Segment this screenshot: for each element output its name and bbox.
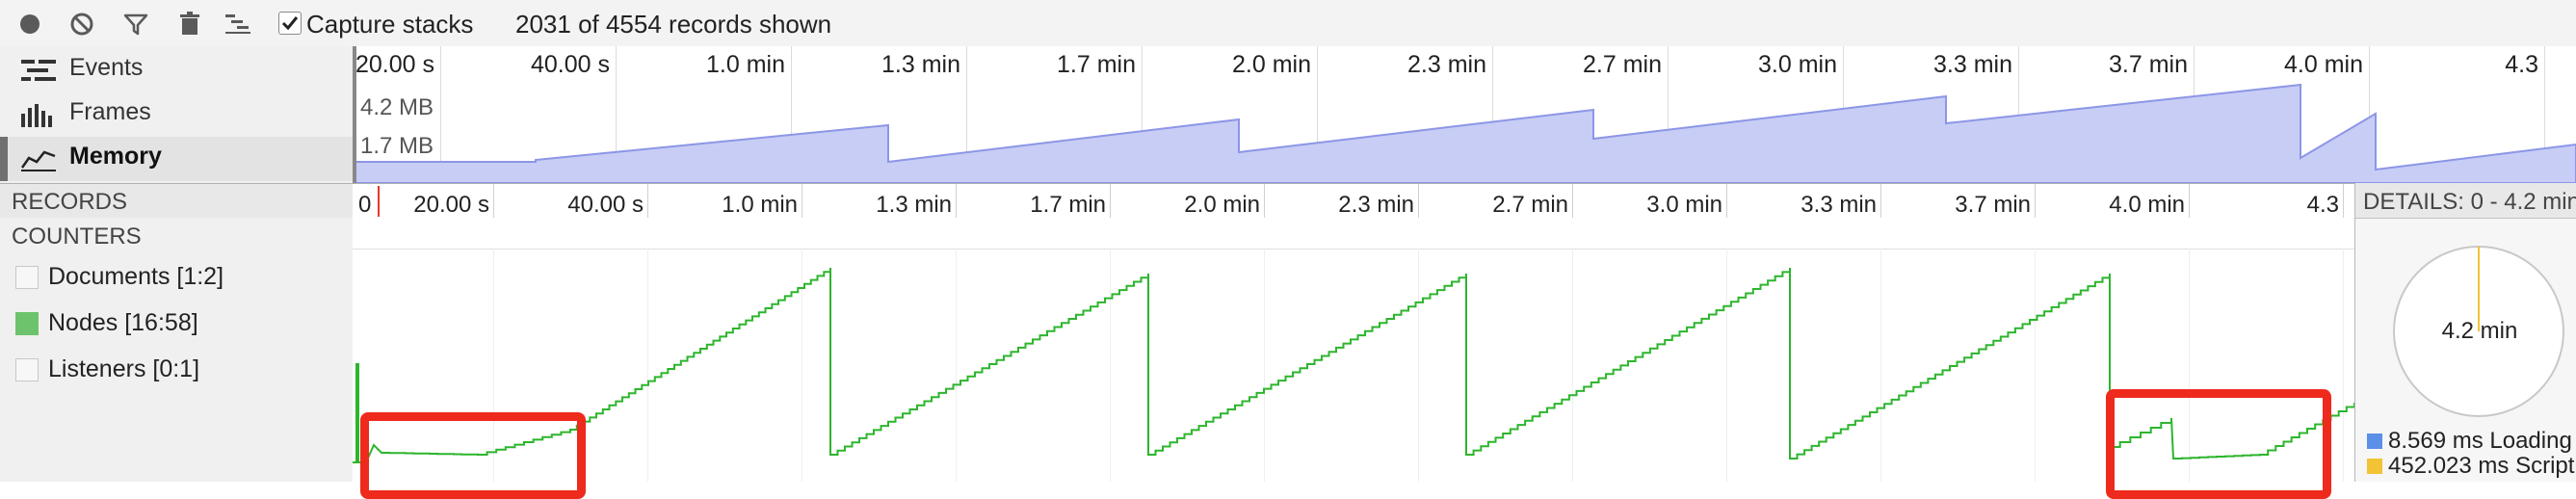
legend-label: 8.569 ms Loading xyxy=(2388,428,2572,454)
details-title: DETAILS: 0 - 4.2 min xyxy=(2363,189,2576,215)
memory-icon xyxy=(21,150,56,171)
nav-item-label: Frames xyxy=(69,98,151,125)
ruler-tick-label: 2.0 min xyxy=(1184,192,1260,218)
pie-center-label: 4.2 min xyxy=(2441,318,2518,344)
trash-icon[interactable] xyxy=(175,10,204,39)
counter-nodes[interactable]: Nodes [16:58] xyxy=(0,304,353,343)
counter-label: Listeners [0:1] xyxy=(48,355,200,382)
nodes-counter-line xyxy=(353,268,2354,463)
overview-left-handle[interactable] xyxy=(353,46,356,183)
ruler-gridline xyxy=(956,184,957,219)
ruler-zero-label: 0 xyxy=(358,192,372,218)
details-pane: DETAILS: 0 - 4.2 min 4.2 min 8.569 ms Lo… xyxy=(2354,183,2576,482)
nav-item-frames[interactable]: Frames xyxy=(0,92,353,137)
ruler-tick-label: 1.3 min xyxy=(876,192,952,218)
flame-chart-icon[interactable] xyxy=(223,10,252,39)
ruler-tick-label: 3.0 min xyxy=(1646,192,1722,218)
counter-documents-checkbox[interactable] xyxy=(15,266,39,289)
ruler-gridline xyxy=(2189,184,2190,219)
counters-pane: COUNTERS Documents [1:2] Nodes [16:58] L… xyxy=(0,218,354,482)
frames-icon xyxy=(21,104,52,127)
memory-min-label: 1.7 MB xyxy=(360,133,434,159)
legend-swatch xyxy=(2367,459,2382,474)
records-shown-count: 2031 of 4554 records shown xyxy=(515,10,832,39)
ruler-tick-label: 3.7 min xyxy=(1955,192,2031,218)
counter-listeners[interactable]: Listeners [0:1] xyxy=(0,351,353,389)
ruler-gridline xyxy=(1880,184,1881,219)
counter-graph-area[interactable] xyxy=(353,218,2354,499)
memory-max-label: 4.2 MB xyxy=(360,94,434,120)
legend-swatch xyxy=(2367,433,2382,449)
filter-icon[interactable] xyxy=(121,10,150,39)
nodes-counter-graph xyxy=(353,268,2354,463)
details-header: DETAILS: 0 - 4.2 min xyxy=(2355,183,2576,219)
ruler-tick-label: 2.3 min xyxy=(1338,192,1414,218)
ruler-tick-label: 40.00 s xyxy=(567,192,644,218)
ruler-tick-label: 4.0 min xyxy=(2109,192,2185,218)
ruler-gridline xyxy=(1418,184,1419,219)
record-icon[interactable] xyxy=(15,10,44,39)
ruler-gridline xyxy=(647,184,648,219)
clear-icon[interactable] xyxy=(67,10,96,39)
checkmark-icon xyxy=(281,16,299,31)
ruler-gridline xyxy=(1726,184,1727,219)
memory-area xyxy=(353,83,2576,183)
capture-stacks-label[interactable]: Capture stacks xyxy=(306,10,473,39)
counter-label: Documents [1:2] xyxy=(48,263,224,290)
nav-item-label: Memory xyxy=(69,143,162,170)
time-cursor[interactable] xyxy=(378,186,380,217)
highlight-box-left xyxy=(360,412,586,499)
memory-overview-graph xyxy=(353,83,2576,183)
records-title: RECORDS xyxy=(12,189,128,215)
ruler-gridline xyxy=(1110,184,1111,219)
nav-item-memory[interactable]: Memory xyxy=(0,137,353,181)
overview-timeline[interactable]: 20.00 s 40.00 s 1.0 min 1.3 min 1.7 min 2.0 m… xyxy=(353,46,2576,183)
toolbar: Capture stacks 2031 of 4554 records show… xyxy=(0,0,2576,47)
ruler-gridline xyxy=(493,184,494,219)
events-icon xyxy=(21,60,56,81)
ruler-gridline xyxy=(1264,184,1265,219)
records-header: RECORDS xyxy=(0,183,354,220)
highlight-box-right xyxy=(2106,389,2331,499)
nav-item-label: Events xyxy=(69,54,144,81)
counter-label: Nodes [16:58] xyxy=(48,309,198,336)
ruler-tick-label: 4.3 xyxy=(2306,192,2339,218)
legend-label: 452.023 ms Scripting xyxy=(2388,453,2576,479)
counter-documents[interactable]: Documents [1:2] xyxy=(0,258,353,297)
ruler-tick-label: 1.7 min xyxy=(1030,192,1106,218)
counter-listeners-checkbox[interactable] xyxy=(15,358,39,381)
capture-stacks-checkbox[interactable] xyxy=(278,12,302,35)
timeline-ruler[interactable]: 20.00 s 40.00 s 1.0 min 1.3 min 1.7 min 2.0 m… xyxy=(353,183,2354,220)
ruler-tick-label: 1.0 min xyxy=(722,192,798,218)
counters-title: COUNTERS xyxy=(12,223,142,250)
selected-indicator xyxy=(0,137,8,181)
ruler-tick-label: 2.7 min xyxy=(1492,192,1568,218)
ruler-gridline xyxy=(2343,184,2344,219)
ruler-gridline xyxy=(1572,184,1573,219)
ruler-gridline xyxy=(2035,184,2036,219)
counter-nodes-checkbox[interactable] xyxy=(15,312,39,335)
ruler-tick-label: 3.3 min xyxy=(1801,192,1877,218)
